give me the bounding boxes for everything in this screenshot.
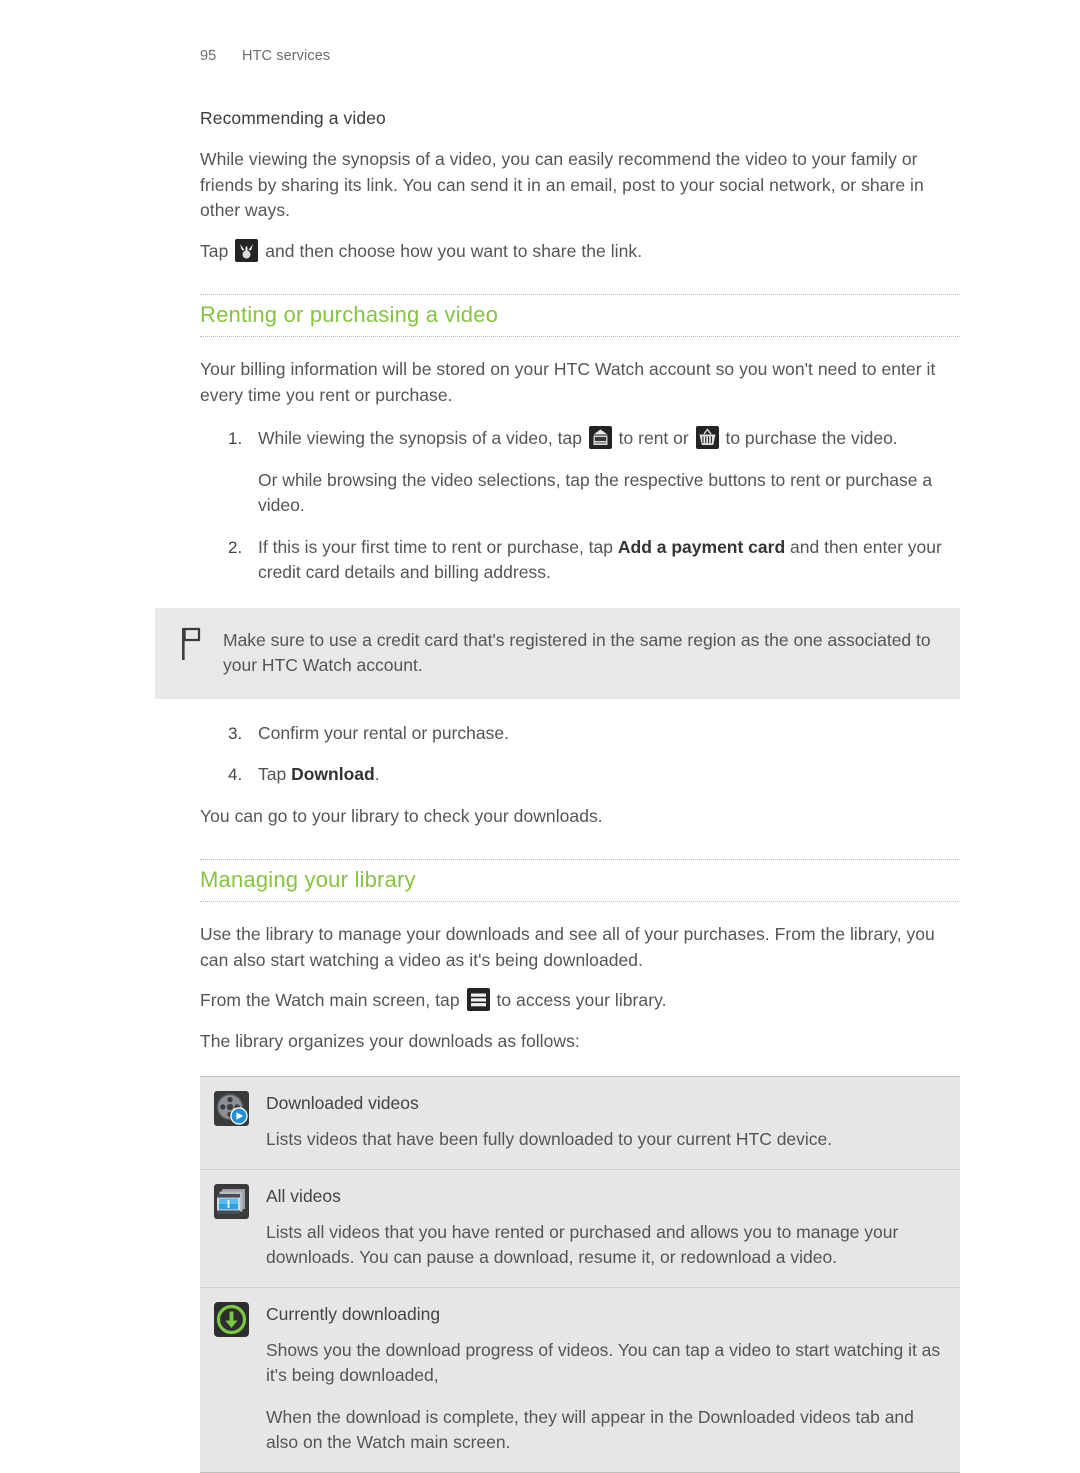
paragraph-managing-intro: Use the library to manage your downloads… [200, 924, 935, 970]
steps-list-renting: While viewing the synopsis of a video, t… [200, 426, 960, 586]
step-4-suffix: . [374, 764, 380, 784]
list-item-title: Currently downloading [266, 1303, 441, 1324]
hamburger-menu-icon[interactable] [466, 988, 490, 1011]
step-1-part3: to purchase the video. [725, 428, 898, 448]
section-heading-managing: Managing your library [200, 859, 960, 902]
film-reel-play-icon [214, 1091, 249, 1126]
list-item-title: Downloaded videos [266, 1093, 419, 1113]
step-2-part1: If this is your first time to rent or pu… [258, 536, 613, 557]
list-item: All videos Lists all videos that you hav… [200, 1168, 960, 1287]
chapter-title: HTC services [242, 48, 331, 64]
paragraph-share-tap: Tap and then choose how you want to shar… [200, 238, 960, 265]
step-item-2: If this is your first time to rent or pu… [200, 535, 960, 586]
step-1-text: While viewing the synopsis of a video, t… [258, 426, 960, 452]
step-1-part1: While viewing the synopsis of a video, t… [258, 428, 582, 448]
download-arrow-icon [214, 1301, 249, 1337]
step-item-1: While viewing the synopsis of a video, t… [200, 426, 960, 519]
list-item: Currently downloading Shows you the down… [200, 1286, 960, 1472]
step-4-text: Tap Download. [258, 762, 960, 788]
shopping-basket-icon[interactable] [695, 426, 719, 449]
paragraph-library-organizes: The library organizes your downloads as … [200, 1030, 580, 1051]
subheading-recommending-a-video: Recommending a video [200, 108, 386, 128]
document-page: 95 HTC services Recommending a video Whi… [0, 0, 1080, 1473]
step-4-prefix: Tap [258, 764, 287, 784]
list-item-title: All videos [266, 1185, 341, 1206]
menu-tap-suffix: to access your library. [496, 990, 667, 1010]
running-header: 95 HTC services [200, 48, 330, 64]
library-categories-panel: Downloaded videos Lists videos that have… [200, 1076, 960, 1473]
list-item-description: Shows you the download progress of video… [266, 1339, 941, 1386]
paragraph-renting-closing: You can go to your library to check your… [200, 805, 603, 826]
paragraph-recommending-intro: While viewing the synopsis of a video, y… [200, 149, 924, 220]
steps-list-renting-continued: Confirm your rental or purchase. Tap Dow… [200, 721, 960, 788]
tap-suffix-text: and then choose how you want to share th… [265, 240, 643, 261]
tap-prefix-text: Tap [200, 240, 229, 261]
paragraph-menu-tap: From the Watch main screen, tap to acces… [200, 988, 960, 1014]
list-item-description: When the download is complete, they will… [266, 1406, 914, 1453]
heading-renting-or-purchasing-a-video: Renting or purchasing a video [200, 302, 499, 327]
menu-tap-prefix: From the Watch main screen, tap [200, 990, 460, 1010]
video-stack-icon [214, 1183, 249, 1219]
page-number: 95 [200, 48, 217, 64]
page-content: Recommending a video While viewing the s… [155, 108, 960, 1473]
step-2-text: If this is your first time to rent or pu… [258, 535, 960, 586]
section-heading-renting: Renting or purchasing a video [200, 294, 960, 337]
step-item-3: Confirm your rental or purchase. [200, 721, 960, 747]
download-label: Download [291, 764, 375, 784]
step-1-part2: to rent or [618, 428, 689, 448]
list-item: Downloaded videos Lists videos that have… [200, 1077, 960, 1169]
heading-managing-your-library: Managing your library [200, 867, 416, 892]
step-3-text: Confirm your rental or purchase. [258, 722, 509, 743]
step-item-4: Tap Download. [200, 762, 960, 788]
rent-ticket-icon[interactable] [588, 426, 612, 449]
note-box-credit-card: Make sure to use a credit card that's re… [155, 607, 960, 699]
paragraph-renting-intro: Your billing information will be stored … [200, 359, 936, 405]
flag-icon [179, 626, 205, 662]
note-text: Make sure to use a credit card that's re… [223, 629, 931, 676]
step-1-extra-text: Or while browsing the video selections, … [258, 469, 933, 516]
share-icon[interactable] [235, 238, 259, 262]
list-item-description: Lists videos that have been fully downlo… [266, 1129, 833, 1149]
list-item-description: Lists all videos that you have rented or… [266, 1221, 899, 1268]
add-a-payment-card-label: Add a payment card [617, 536, 786, 557]
